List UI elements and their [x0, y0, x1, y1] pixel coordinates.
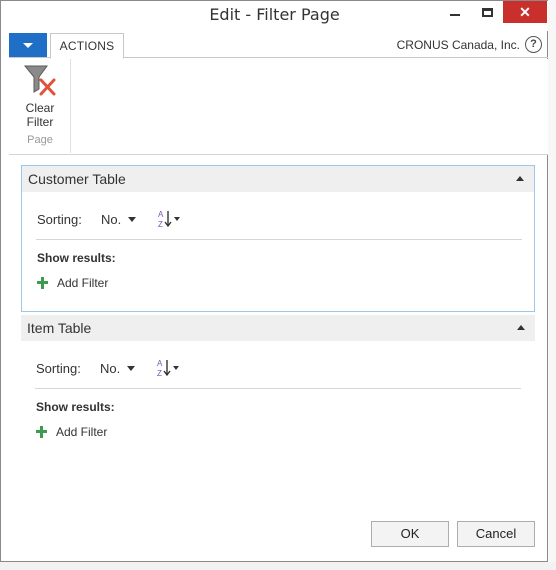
- ribbon-group-page: Clear Filter Page: [9, 59, 71, 153]
- show-results-label: Show results:: [36, 400, 115, 414]
- sorting-label: Sorting:: [36, 360, 81, 376]
- item-table-title: Item Table: [27, 320, 92, 336]
- ok-button[interactable]: OK: [371, 521, 449, 547]
- title-bar[interactable]: Edit - Filter Page ✕: [1, 1, 548, 31]
- section-divider: [35, 388, 521, 389]
- customer-sorting-field[interactable]: No.: [101, 212, 121, 227]
- collapse-icon[interactable]: [516, 176, 524, 181]
- item-add-filter-link[interactable]: Add Filter: [36, 425, 107, 439]
- sorting-label: Sorting:: [37, 211, 82, 227]
- maximize-icon: [481, 7, 493, 17]
- chevron-down-icon: [23, 42, 33, 48]
- help-icon[interactable]: ?: [525, 36, 542, 53]
- customer-table-title: Customer Table: [28, 171, 126, 187]
- customer-add-filter-link[interactable]: Add Filter: [37, 276, 108, 290]
- tab-actions[interactable]: ACTIONS: [50, 33, 124, 59]
- item-sorting-field[interactable]: No.: [100, 361, 120, 376]
- ribbon-tab-strip: ACTIONS CRONUS Canada, Inc. ?: [9, 32, 548, 59]
- svg-text:Z: Z: [157, 369, 162, 378]
- window-shadow-right: [548, 0, 556, 570]
- sort-ascending-icon[interactable]: A Z: [158, 209, 182, 229]
- svg-text:A: A: [158, 210, 164, 219]
- customer-sorting-row: Sorting: No. A Z: [37, 209, 182, 229]
- show-results-label: Show results:: [37, 251, 116, 265]
- collapse-icon[interactable]: [517, 325, 525, 330]
- filter-page-dialog: Edit - Filter Page ✕ ACTIONS CRONUS Cana…: [0, 0, 548, 562]
- clear-filter-label-line1: Clear: [25, 101, 55, 115]
- maximize-button[interactable]: [473, 1, 501, 23]
- company-name: CRONUS Canada, Inc.: [396, 38, 520, 52]
- item-table-header[interactable]: Item Table: [21, 315, 535, 341]
- chevron-down-icon[interactable]: [128, 216, 137, 222]
- add-icon: [37, 277, 49, 289]
- ribbon-body: Clear Filter Page: [9, 59, 548, 155]
- svg-text:Z: Z: [158, 220, 163, 229]
- close-button[interactable]: ✕: [503, 1, 547, 23]
- cancel-button[interactable]: Cancel: [457, 521, 535, 547]
- clear-filter-label-line2: Filter: [26, 115, 54, 129]
- clear-filter-button[interactable]: Clear Filter: [15, 61, 65, 131]
- minimize-button[interactable]: [441, 1, 469, 23]
- window-shadow-bottom: [0, 562, 556, 570]
- add-filter-label: Add Filter: [57, 276, 109, 290]
- section-divider: [36, 239, 522, 240]
- add-icon: [36, 426, 48, 438]
- sort-ascending-icon[interactable]: A Z: [157, 358, 181, 378]
- minimize-icon: [450, 14, 460, 16]
- close-icon: ✕: [519, 4, 531, 20]
- item-sorting-row: Sorting: No. A Z: [36, 358, 181, 378]
- add-filter-label: Add Filter: [56, 425, 108, 439]
- application-menu-button[interactable]: [9, 33, 47, 57]
- chevron-down-icon[interactable]: [127, 365, 136, 371]
- svg-text:A: A: [157, 359, 163, 368]
- item-table-section: Item Table Sorting: No. A Z Show results…: [21, 315, 535, 465]
- ribbon-group-label: Page: [27, 134, 53, 146]
- clear-filter-icon: [23, 65, 56, 96]
- customer-table-header[interactable]: Customer Table: [22, 166, 534, 192]
- customer-table-section: Customer Table Sorting: No. A Z Show res…: [21, 165, 535, 312]
